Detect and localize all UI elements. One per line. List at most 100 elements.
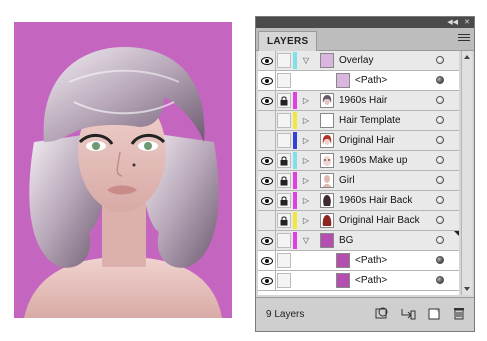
layer-row[interactable]: ▷ 1960s Make up (258, 151, 459, 171)
sublayer-row[interactable]: <Path> (258, 71, 459, 91)
layer-name[interactable]: <Path> (355, 251, 387, 270)
layer-row[interactable]: ▷ Girl (258, 171, 459, 191)
layer-thumbnail (336, 253, 350, 268)
sublayer-row[interactable]: <Path> (258, 251, 459, 271)
lock-toggle[interactable] (277, 273, 291, 288)
target-appearance-circle[interactable] (436, 136, 444, 144)
visibility-toggle[interactable] (258, 51, 276, 70)
expand-closed-icon[interactable]: ▷ (300, 91, 312, 110)
expand-closed-icon[interactable]: ▷ (300, 171, 312, 190)
layer-name[interactable]: <Path> (355, 71, 387, 90)
layer-thumbnail (320, 233, 334, 248)
lock-icon (280, 156, 288, 166)
layer-row[interactable]: ▷ 1960s Hair Back (258, 191, 459, 211)
target-appearance-circle[interactable] (436, 276, 444, 284)
expand-closed-icon[interactable]: ▷ (300, 111, 312, 130)
create-new-layer-icon[interactable] (426, 306, 442, 320)
layer-row[interactable]: ▷ Original Hair Back (258, 211, 459, 231)
delete-layer-icon[interactable] (451, 306, 467, 320)
layer-row[interactable]: ▷ Original Hair (258, 131, 459, 151)
scroll-up-arrow-icon[interactable] (464, 55, 470, 59)
visibility-toggle[interactable] (258, 211, 276, 230)
make-clipping-mask-icon[interactable] (374, 306, 390, 320)
sublayer-row[interactable]: <Path> (258, 271, 459, 291)
target-appearance-circle[interactable] (436, 176, 444, 184)
layer-name[interactable]: 1960s Make up (339, 151, 407, 170)
lock-toggle[interactable] (277, 53, 291, 68)
panel-menu-icon[interactable] (458, 34, 470, 44)
layer-thumbnail (320, 193, 334, 208)
eye-icon (261, 97, 273, 105)
create-sublayer-icon[interactable] (400, 306, 416, 320)
expand-open-icon[interactable]: ▽ (300, 231, 312, 250)
expand-closed-icon[interactable]: ▷ (300, 131, 312, 150)
target-appearance-circle[interactable] (436, 196, 444, 204)
target-appearance-circle[interactable] (436, 156, 444, 164)
visibility-toggle[interactable] (258, 231, 276, 250)
visibility-toggle[interactable] (258, 111, 276, 130)
expand-open-icon[interactable]: ▽ (300, 51, 312, 70)
collapse-panel-icon[interactable]: ◀◀ (447, 18, 458, 27)
lock-toggle[interactable] (277, 173, 291, 188)
lock-toggle[interactable] (277, 153, 291, 168)
target-appearance-circle[interactable] (436, 96, 444, 104)
target-appearance-circle[interactable] (436, 256, 444, 264)
layer-row[interactable]: ▽ Overlay (258, 51, 459, 71)
layer-name[interactable]: Girl (339, 171, 355, 190)
visibility-toggle[interactable] (258, 251, 276, 270)
eye-icon (261, 237, 273, 245)
scroll-down-arrow-icon[interactable] (464, 287, 470, 291)
layers-panel: ◀◀ ✕ LAYERS ▽ Overlay <Path> ▷ 1960s Hair ▷ Ha… (255, 16, 475, 332)
expand-closed-icon[interactable]: ▷ (300, 151, 312, 170)
visibility-toggle[interactable] (258, 91, 276, 110)
layer-name[interactable]: 1960s Hair (339, 91, 387, 110)
tab-layers[interactable]: LAYERS (258, 31, 318, 51)
layer-thumbnail (336, 273, 350, 288)
layer-row[interactable]: ▽ BG (258, 231, 459, 251)
target-appearance-circle[interactable] (436, 76, 444, 84)
panel-titlebar[interactable]: ◀◀ ✕ (256, 17, 474, 28)
layer-name[interactable]: Original Hair (339, 131, 395, 150)
panel-tab-strip: LAYERS (256, 28, 474, 51)
expand-closed-icon[interactable]: ▷ (300, 191, 312, 210)
lock-toggle[interactable] (277, 233, 291, 248)
layer-count-label: 9 Layers (266, 309, 305, 320)
lock-toggle[interactable] (277, 113, 291, 128)
expand-closed-icon[interactable]: ▷ (300, 211, 312, 230)
layer-thumbnail (320, 113, 334, 128)
layer-name[interactable]: 1960s Hair Back (339, 191, 412, 210)
eye-icon (261, 177, 273, 185)
layer-name[interactable]: <Path> (355, 271, 387, 290)
visibility-toggle[interactable] (258, 191, 276, 210)
lock-toggle[interactable] (277, 253, 291, 268)
selection-indicator-icon (454, 231, 459, 236)
layer-row[interactable]: ▷ 1960s Hair (258, 91, 459, 111)
lock-toggle[interactable] (277, 133, 291, 148)
layer-thumbnail (320, 93, 334, 108)
lock-toggle[interactable] (277, 193, 291, 208)
visibility-toggle[interactable] (258, 131, 276, 150)
close-panel-icon[interactable]: ✕ (464, 18, 470, 27)
visibility-toggle[interactable] (258, 171, 276, 190)
layer-color-swatch (293, 212, 297, 229)
visibility-toggle[interactable] (258, 71, 276, 90)
visibility-toggle[interactable] (258, 151, 276, 170)
eye-icon (261, 257, 273, 265)
layer-row[interactable]: ▷ Hair Template (258, 111, 459, 131)
target-appearance-circle[interactable] (436, 216, 444, 224)
layer-name[interactable]: Overlay (339, 51, 373, 70)
layer-list-scrollbar[interactable] (461, 51, 472, 295)
lock-toggle[interactable] (277, 93, 291, 108)
layer-name[interactable]: Hair Template (339, 111, 401, 130)
layer-color-swatch (293, 172, 297, 189)
target-appearance-circle[interactable] (436, 56, 444, 64)
lock-toggle[interactable] (277, 213, 291, 228)
layer-name[interactable]: Original Hair Back (339, 211, 420, 230)
target-appearance-circle[interactable] (436, 116, 444, 124)
layer-name[interactable]: BG (339, 231, 353, 250)
visibility-toggle[interactable] (258, 271, 276, 290)
target-appearance-circle[interactable] (436, 236, 444, 244)
lock-toggle[interactable] (277, 73, 291, 88)
layer-color-swatch (293, 132, 297, 149)
layer-color-swatch (293, 152, 297, 169)
